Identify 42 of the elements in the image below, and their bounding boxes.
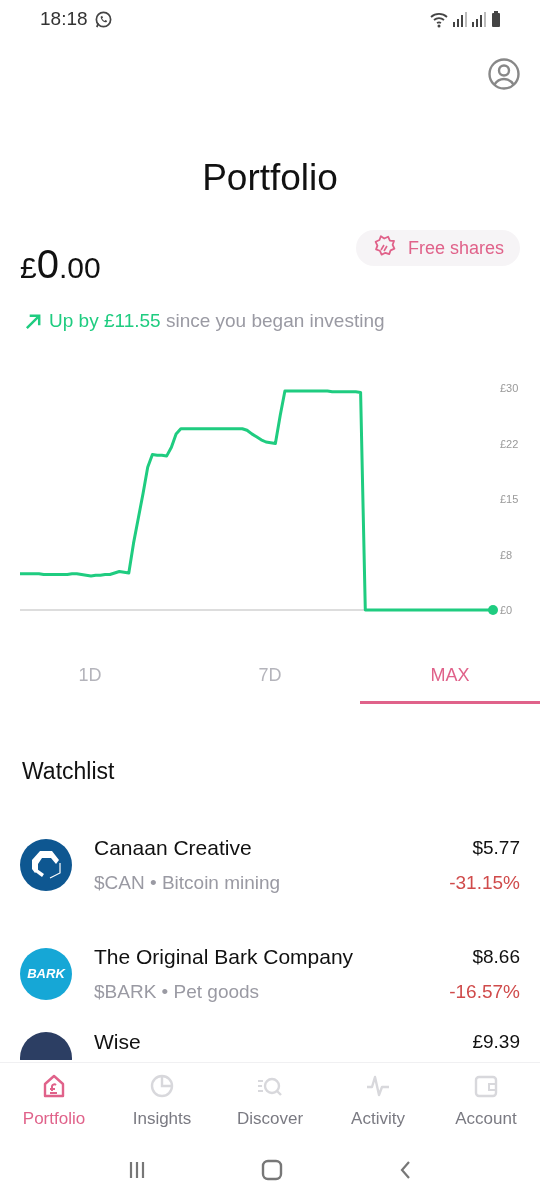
axis-tick-label: £0 xyxy=(500,603,513,616)
company-logo: BARK xyxy=(20,947,72,1000)
range-tab[interactable]: 1D xyxy=(0,649,180,704)
axis-tick-label: £8 xyxy=(500,548,513,560)
stock-name: The Original Bark Company xyxy=(94,943,355,970)
page-title: Portfolio xyxy=(201,156,339,200)
stock-info: $CAN • Bitcoin mining xyxy=(94,870,282,895)
range-tab[interactable]: MAX xyxy=(360,649,540,704)
status-time: 18:18 xyxy=(40,6,88,31)
stock-price: $8.66 xyxy=(472,944,520,969)
chart-point xyxy=(488,604,498,615)
nav-tab[interactable]: Discover xyxy=(216,1063,324,1140)
company-logo xyxy=(20,838,72,891)
price-change: -16.57% xyxy=(449,979,520,1004)
nav-tab[interactable]: Activity xyxy=(324,1063,432,1140)
stock-price: $5.77 xyxy=(472,835,520,860)
stock-info: $BARK • Pet goods xyxy=(94,979,261,1004)
nav-tab[interactable]: Insights xyxy=(108,1063,216,1140)
stock-name: Canaan Creative xyxy=(94,834,253,861)
range-tab[interactable]: 7D xyxy=(180,649,360,704)
chat-app-icon xyxy=(93,9,113,29)
axis-tick-label: £30 xyxy=(500,381,519,394)
performance-summary: Up by £11.55 since you began investing xyxy=(49,309,385,333)
battery-icon xyxy=(490,11,502,27)
price-change: -31.15% xyxy=(449,870,520,895)
stock-price: £9.39 xyxy=(472,1030,520,1054)
recent-apps-icon[interactable] xyxy=(127,1160,146,1180)
home-icon[interactable] xyxy=(261,1159,284,1181)
back-icon[interactable] xyxy=(399,1160,413,1180)
section-title: Watchlist xyxy=(21,756,116,786)
company-logo xyxy=(20,1032,72,1060)
free-shares-button[interactable]: Free shares xyxy=(355,230,520,266)
wifi-icon xyxy=(429,10,449,28)
nav-tab[interactable]: Portfolio xyxy=(0,1063,108,1140)
profile-icon[interactable] xyxy=(488,58,520,90)
nav-tab[interactable]: Account xyxy=(432,1063,540,1140)
axis-tick-label: £22 xyxy=(500,437,519,449)
axis-tick-label: £15 xyxy=(500,492,519,505)
stock-name: Wise xyxy=(94,1029,142,1055)
balance-amount: £0.00 xyxy=(20,244,101,288)
signal-icon xyxy=(471,11,487,27)
signal-icon xyxy=(452,11,468,27)
